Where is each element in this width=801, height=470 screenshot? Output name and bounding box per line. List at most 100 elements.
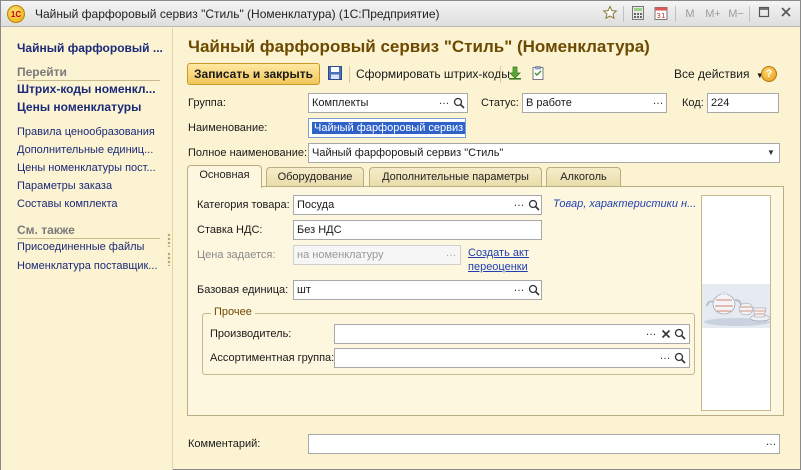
nav-link-supplier-prices[interactable]: Цены номенклатуры пост...: [17, 162, 156, 174]
comment-label: Комментарий:: [188, 438, 261, 450]
title-separator: [675, 6, 676, 22]
price-set-field: на номенклатуру: [293, 245, 461, 265]
code-value: 224: [711, 97, 730, 109]
svg-text:31: 31: [657, 12, 666, 20]
create-revaluation-link[interactable]: Создать акт: [468, 247, 529, 259]
base-unit-label: Базовая единица:: [197, 284, 289, 296]
create-revaluation-link-line2[interactable]: переоценки: [468, 261, 528, 273]
manufacturer-choose-button[interactable]: …: [643, 325, 659, 343]
toolbar-separator: [349, 66, 350, 83]
full-name-dropdown-icon[interactable]: ▼: [763, 144, 779, 162]
title-bar: 1С Чайный фарфоровый сервиз "Стиль" (Ном…: [1, 1, 800, 27]
nav-link-kit-contents[interactable]: Составы комплекта: [17, 198, 117, 210]
price-set-choose-button: …: [445, 247, 457, 259]
toolbar-separator: [500, 66, 501, 83]
comment-choose-button[interactable]: …: [763, 435, 779, 453]
app-window: 1С Чайный фарфоровый сервиз "Стиль" (Ном…: [0, 0, 801, 470]
title-separator: [749, 6, 750, 22]
name-field[interactable]: Чайный фарфоровый сервиз: [308, 118, 466, 138]
close-icon[interactable]: [777, 5, 795, 23]
group-choose-button[interactable]: …: [436, 94, 452, 112]
all-actions-menu[interactable]: Все действия ▼: [674, 64, 764, 86]
assortment-label: Ассортиментная группа:: [210, 352, 335, 364]
full-name-label: Полное наименование:: [188, 147, 308, 159]
form-title: Чайный фарфоровый сервиз "Стиль" (Номенк…: [188, 37, 650, 56]
clipboard-icon[interactable]: [530, 65, 548, 83]
memory-minus-button[interactable]: M−: [725, 5, 747, 23]
full-name-value: Чайный фарфоровый сервиз "Стиль": [312, 147, 504, 159]
nav-link-barcodes[interactable]: Штрих-коды номенкл...: [17, 82, 156, 96]
tab-main[interactable]: Основная: [187, 165, 262, 188]
nav-link-prices[interactable]: Цены номенклатуры: [17, 100, 141, 114]
manufacturer-field[interactable]: [334, 324, 690, 344]
memory-m-button[interactable]: M: [681, 5, 699, 23]
title-separator: [623, 6, 624, 22]
nav-section-see-also: См. также: [17, 223, 160, 239]
manufacturer-label: Производитель:: [210, 328, 292, 340]
base-unit-value: шт: [297, 284, 311, 296]
price-set-value: на номенклатуру: [297, 249, 384, 261]
app-logo-icon[interactable]: 1С: [7, 5, 25, 23]
nav-link-attached-files[interactable]: Присоединенные файлы: [17, 241, 144, 253]
name-value: Чайный фарфоровый сервиз: [312, 122, 465, 134]
assortment-choose-button[interactable]: …: [657, 349, 673, 367]
status-label: Статус:: [481, 97, 519, 109]
code-label: Код:: [682, 97, 704, 109]
vat-field[interactable]: Без НДС: [293, 220, 542, 240]
window-title: Чайный фарфоровый сервиз "Стиль" (Номенк…: [35, 7, 440, 21]
vat-label: Ставка НДС:: [197, 224, 263, 236]
create-revaluation-line1: Создать акт: [468, 247, 529, 259]
tab-additional-params[interactable]: Дополнительные параметры: [369, 167, 542, 187]
other-group-title: Прочее: [211, 306, 255, 318]
base-unit-search-icon[interactable]: [526, 281, 542, 299]
assortment-field[interactable]: [334, 348, 690, 368]
base-unit-field[interactable]: шт: [293, 280, 542, 300]
save-icon[interactable]: [327, 65, 345, 83]
category-choose-button[interactable]: …: [511, 196, 527, 214]
status-field[interactable]: В работе: [522, 93, 667, 113]
nav-panel-title[interactable]: Чайный фарфоровый ...: [17, 41, 163, 55]
base-unit-choose-button[interactable]: …: [511, 281, 527, 299]
maximize-icon[interactable]: [755, 5, 773, 23]
save-and-close-button[interactable]: Записать и закрыть: [187, 63, 320, 85]
category-search-icon[interactable]: [526, 196, 542, 214]
comment-field[interactable]: [308, 434, 780, 454]
download-icon[interactable]: [507, 65, 525, 83]
vat-value: Без НДС: [297, 224, 342, 236]
product-image[interactable]: [701, 195, 771, 411]
tea-set-image: [702, 284, 770, 328]
category-label: Категория товара:: [197, 199, 290, 211]
status-choose-button[interactable]: …: [650, 94, 666, 112]
tab-equipment[interactable]: Оборудование: [266, 167, 364, 187]
generate-barcodes-button[interactable]: Сформировать штрих-коды: [356, 64, 510, 86]
tab-alcohol[interactable]: Алкоголь: [546, 167, 621, 187]
navigation-panel: Чайный фарфоровый ... Перейти Штрих-коды…: [1, 28, 173, 470]
tab-panel-main: Категория товара: Посуда … Товар, характ…: [187, 186, 784, 416]
product-characteristics-link[interactable]: Товар, характеристики н...: [553, 198, 696, 210]
form-area: Чайный фарфоровый сервиз "Стиль" (Номенк…: [174, 28, 800, 470]
memory-plus-button[interactable]: M+: [701, 5, 725, 23]
other-group: Прочее Производитель: … Ассортиментная г…: [202, 306, 695, 375]
favorites-star-icon[interactable]: [601, 5, 619, 23]
nav-link-pricing-rules[interactable]: Правила ценообразования: [17, 126, 155, 138]
calendar-icon[interactable]: 31: [652, 5, 670, 23]
group-search-icon[interactable]: [451, 94, 467, 112]
status-value: В работе: [526, 97, 572, 109]
splitter-grip[interactable]: [167, 252, 171, 266]
manufacturer-search-icon[interactable]: [672, 325, 688, 343]
splitter-grip[interactable]: [167, 233, 171, 247]
help-icon[interactable]: ?: [761, 66, 777, 82]
nav-link-supplier-items[interactable]: Номенклатура поставщик...: [17, 260, 158, 272]
group-value: Комплекты: [312, 97, 369, 109]
price-set-label: Цена задается:: [197, 249, 276, 261]
all-actions-label: Все действия: [674, 67, 750, 81]
nav-link-order-params[interactable]: Параметры заказа: [17, 180, 112, 192]
nav-link-additional-units[interactable]: Дополнительные единиц...: [17, 144, 153, 156]
nav-section-go: Перейти: [17, 65, 160, 81]
code-field[interactable]: 224: [707, 93, 779, 113]
name-label: Наименование:: [188, 122, 268, 134]
category-field[interactable]: Посуда: [293, 195, 542, 215]
full-name-field[interactable]: Чайный фарфоровый сервиз "Стиль": [308, 143, 780, 163]
assortment-search-icon[interactable]: [672, 349, 688, 367]
calculator-icon[interactable]: [629, 5, 647, 23]
